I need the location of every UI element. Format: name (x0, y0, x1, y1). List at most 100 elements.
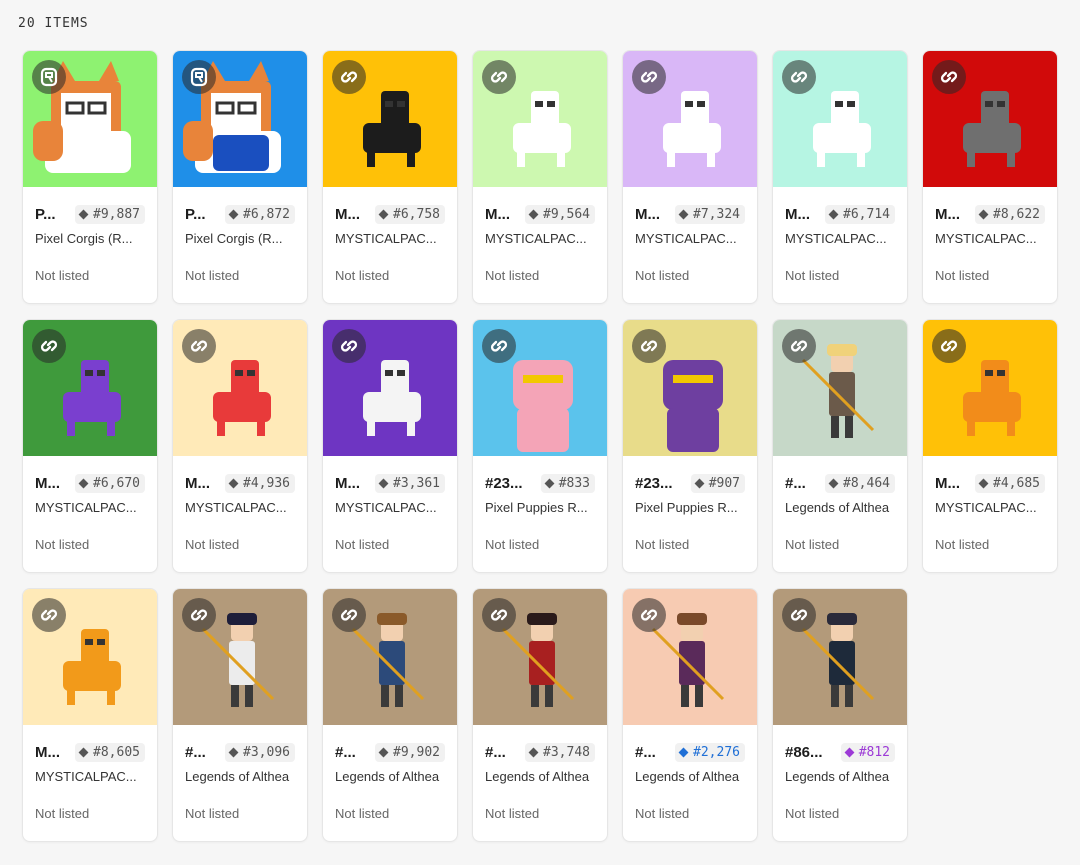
nft-image[interactable] (923, 320, 1057, 456)
collection-name: MYSTICALPAC... (35, 500, 137, 515)
diamond-icon (844, 747, 855, 757)
nft-info: #86... #812 Legends of Althea Not listed (773, 725, 907, 821)
listing-status: Not listed (485, 268, 540, 283)
listing-status: Not listed (35, 268, 90, 283)
nft-info: #23... #907 Pixel Puppies R... Not liste… (623, 456, 757, 552)
nft-card[interactable]: M... #8,622 MYSTICALPAC... Not listed (922, 50, 1058, 304)
token-id: #833 (558, 475, 590, 491)
diamond-icon (228, 747, 239, 757)
collection-name: MYSTICALPAC... (935, 500, 1037, 515)
nft-name: M... (335, 205, 360, 223)
nft-info: M... #3,361 MYSTICALPAC... Not listed (323, 456, 457, 552)
token-id-badge: #907 (690, 473, 745, 493)
collection-name: MYSTICALPAC... (335, 500, 437, 515)
collection-name: Legends of Althea (785, 500, 890, 515)
nft-image[interactable] (473, 320, 607, 456)
token-id-badge: #9,902 (375, 742, 445, 762)
nft-image[interactable] (773, 51, 907, 187)
nft-card[interactable]: M... #6,714 MYSTICALPAC... Not listed (772, 50, 908, 304)
collection-name: Legends of Althea (185, 769, 290, 784)
nft-image[interactable] (23, 589, 157, 725)
nft-name: M... (35, 743, 60, 761)
token-id-badge: #6,714 (825, 204, 895, 224)
nft-card[interactable]: P... #9,887 Pixel Corgis (R... Not liste… (22, 50, 158, 304)
nft-image[interactable] (173, 589, 307, 725)
diamond-icon (78, 747, 89, 757)
diamond-icon (978, 209, 989, 219)
collection-name: Pixel Puppies R... (635, 500, 738, 515)
nft-card[interactable]: #23... #907 Pixel Puppies R... Not liste… (622, 319, 758, 573)
nft-image[interactable] (323, 320, 457, 456)
token-id-badge: #9,887 (75, 204, 145, 224)
diamond-icon (978, 478, 989, 488)
nft-info: M... #6,714 MYSTICALPAC... Not listed (773, 187, 907, 283)
chain-badge-icon (32, 60, 66, 94)
nft-image[interactable] (173, 51, 307, 187)
collection-name: MYSTICALPAC... (335, 231, 437, 246)
nft-card[interactable]: M... #4,936 MYSTICALPAC... Not listed (172, 319, 308, 573)
nft-card[interactable]: #86... #812 Legends of Althea Not listed (772, 588, 908, 842)
nft-image[interactable] (323, 51, 457, 187)
nft-card[interactable]: M... #4,685 MYSTICALPAC... Not listed (922, 319, 1058, 573)
nft-info: P... #6,872 Pixel Corgis (R... Not liste… (173, 187, 307, 283)
chain-badge-icon (932, 60, 966, 94)
nft-card[interactable]: #... #9,902 Legends of Althea Not listed (322, 588, 458, 842)
listing-status: Not listed (335, 268, 390, 283)
nft-image[interactable] (773, 320, 907, 456)
token-id: #907 (708, 475, 740, 491)
nft-info: #... #8,464 Legends of Althea Not listed (773, 456, 907, 552)
token-id-badge: #8,622 (975, 204, 1045, 224)
nft-card[interactable]: M... #6,758 MYSTICALPAC... Not listed (322, 50, 458, 304)
chain-badge-icon (782, 60, 816, 94)
nft-card[interactable]: M... #8,605 MYSTICALPAC... Not listed (22, 588, 158, 842)
token-id-badge: #6,670 (75, 473, 145, 493)
nft-image[interactable] (773, 589, 907, 725)
token-id: #6,670 (93, 475, 140, 491)
nft-card[interactable]: M... #3,361 MYSTICALPAC... Not listed (322, 319, 458, 573)
diamond-icon (78, 209, 89, 219)
token-id-badge: #4,685 (975, 473, 1045, 493)
token-id-badge: #8,464 (825, 473, 895, 493)
nft-image[interactable] (473, 51, 607, 187)
token-id-badge: #3,361 (375, 473, 445, 493)
items-count: 20 ITEMS (18, 16, 89, 31)
nft-card[interactable]: #... #2,276 Legends of Althea Not listed (622, 588, 758, 842)
nft-card[interactable]: M... #7,324 MYSTICALPAC... Not listed (622, 50, 758, 304)
nft-image[interactable] (623, 320, 757, 456)
nft-card[interactable]: P... #6,872 Pixel Corgis (R... Not liste… (172, 50, 308, 304)
chain-badge-icon (332, 60, 366, 94)
nft-image[interactable] (173, 320, 307, 456)
nft-card[interactable]: #23... #833 Pixel Puppies R... Not liste… (472, 319, 608, 573)
nft-name: M... (935, 205, 960, 223)
token-id-badge: #7,324 (675, 204, 745, 224)
nft-name: #... (335, 743, 356, 761)
diamond-icon (528, 209, 539, 219)
nft-image[interactable] (23, 320, 157, 456)
collection-name: Legends of Althea (335, 769, 440, 784)
nft-card[interactable]: #... #3,748 Legends of Althea Not listed (472, 588, 608, 842)
nft-image[interactable] (923, 51, 1057, 187)
collection-name: MYSTICALPAC... (935, 231, 1037, 246)
nft-image[interactable] (473, 589, 607, 725)
token-id-badge: #833 (540, 473, 595, 493)
nft-card[interactable]: M... #6,670 MYSTICALPAC... Not listed (22, 319, 158, 573)
token-id: #6,872 (243, 206, 290, 222)
token-id-badge: #6,758 (375, 204, 445, 224)
token-id-badge: #6,872 (225, 204, 295, 224)
nft-image[interactable] (323, 589, 457, 725)
listing-status: Not listed (785, 268, 840, 283)
nft-card[interactable]: #... #8,464 Legends of Althea Not listed (772, 319, 908, 573)
nft-image[interactable] (23, 51, 157, 187)
chain-badge-icon (782, 329, 816, 363)
token-id: #4,685 (993, 475, 1040, 491)
nft-info: #23... #833 Pixel Puppies R... Not liste… (473, 456, 607, 552)
listing-status: Not listed (635, 537, 690, 552)
nft-name: #... (185, 743, 206, 761)
listing-status: Not listed (485, 537, 540, 552)
nft-image[interactable] (623, 589, 757, 725)
collection-name: Pixel Puppies R... (485, 500, 588, 515)
nft-image[interactable] (623, 51, 757, 187)
nft-card[interactable]: M... #9,564 MYSTICALPAC... Not listed (472, 50, 608, 304)
nft-card[interactable]: #... #3,096 Legends of Althea Not listed (172, 588, 308, 842)
token-id: #8,622 (993, 206, 1040, 222)
